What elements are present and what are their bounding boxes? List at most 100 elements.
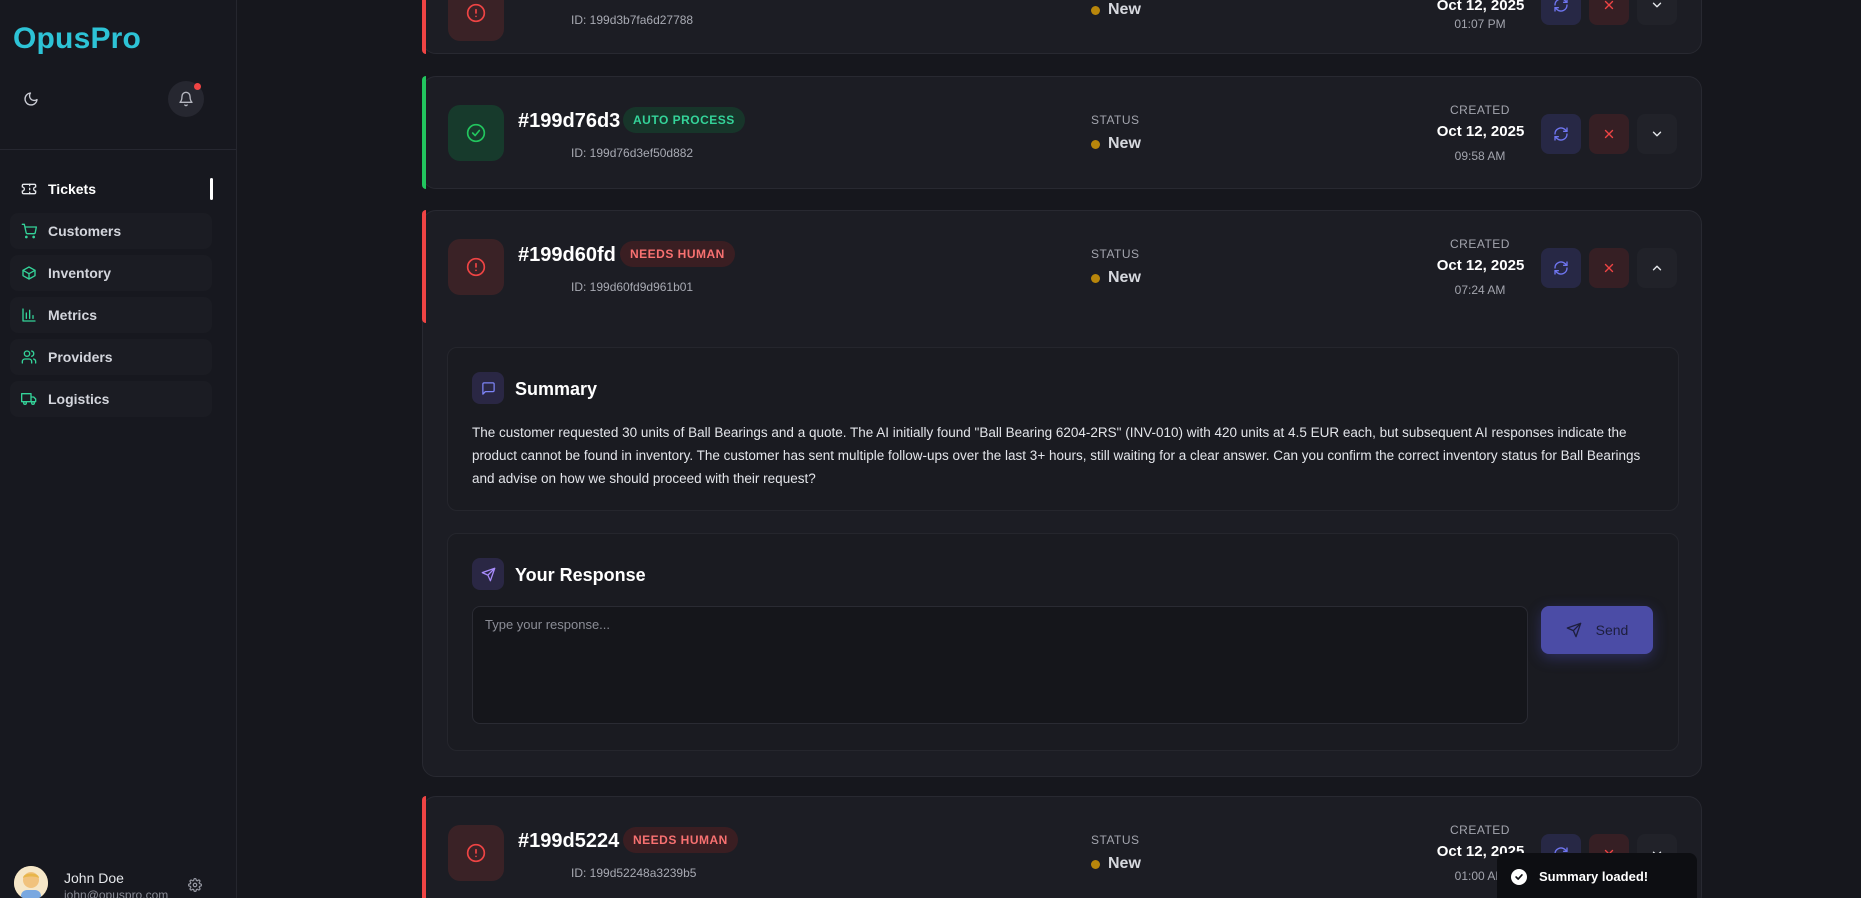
ticket-status: New xyxy=(1091,1,1141,19)
status-dot xyxy=(1091,5,1100,15)
created-time: 07:24 AM xyxy=(1454,283,1506,297)
ticket-accent-bar xyxy=(422,76,426,189)
sidebar-item-customers[interactable]: Customers xyxy=(10,213,212,249)
dismiss-button[interactable] xyxy=(1589,0,1629,25)
summary-title: Summary xyxy=(515,379,598,399)
ticket-card[interactable]: #199d76d3 AUTO PROCESS ID: 199d76d3ef50d… xyxy=(422,76,1702,189)
created-date: Oct 12, 2025 xyxy=(1436,257,1525,274)
created-time: 09:58 AM xyxy=(1454,149,1506,163)
status-label: STATUS xyxy=(1091,833,1140,847)
status-text: New xyxy=(1108,135,1141,152)
send-button[interactable]: Send xyxy=(1541,606,1653,654)
cart-icon xyxy=(20,222,38,240)
sidebar-item-label: Customers xyxy=(48,223,122,239)
created-label: CREATED xyxy=(1450,237,1510,251)
response-title: Your Response xyxy=(515,565,646,585)
ticket-id: ID: 199d76d3ef50d882 xyxy=(571,146,694,160)
active-indicator xyxy=(210,178,213,200)
check-circle-icon xyxy=(448,105,504,161)
created-date: Oct 12, 2025 xyxy=(1436,123,1525,140)
toast-message: Summary loaded! xyxy=(1539,869,1649,884)
alert-icon xyxy=(448,0,504,41)
refresh-icon xyxy=(1554,261,1568,275)
sidebar-item-logistics[interactable]: Logistics xyxy=(10,381,212,417)
ticket-id: ID: 199d60fd9d961b01 xyxy=(571,280,694,294)
close-icon xyxy=(1604,0,1614,10)
avatar xyxy=(14,866,48,898)
chevron-down-icon xyxy=(1652,131,1662,137)
created-label: CREATED xyxy=(1450,823,1510,837)
sidebar-item-label: Metrics xyxy=(48,307,98,323)
user-profile[interactable]: John Doe john@opuspro.com xyxy=(14,866,224,898)
theme-toggle-button[interactable] xyxy=(14,84,48,114)
sidebar-item-providers[interactable]: Providers xyxy=(10,339,212,375)
ticket-id: ID: 199d52248a3239b5 xyxy=(571,866,697,880)
created-time: 01:07 PM xyxy=(1454,17,1506,31)
sidebar-item-metrics[interactable]: Metrics xyxy=(10,297,212,333)
alert-icon xyxy=(448,825,504,881)
ticket-status: New xyxy=(1091,269,1141,287)
refresh-icon xyxy=(1554,0,1568,12)
ticket-number: #199d5224 xyxy=(518,830,620,852)
ticket-accent-bar xyxy=(422,210,426,323)
moon-icon xyxy=(24,92,38,106)
status-badge: NEEDS HUMAN xyxy=(620,241,735,267)
sidebar-item-inventory[interactable]: Inventory xyxy=(10,255,212,291)
ticket-status: New xyxy=(1091,855,1141,873)
sidebar-nav: Tickets Customers Inventory Metrics Prov… xyxy=(10,171,213,423)
send-icon xyxy=(1566,622,1581,638)
dismiss-button[interactable] xyxy=(1589,248,1629,288)
message-icon xyxy=(472,372,504,404)
created-label: CREATED xyxy=(1450,103,1510,117)
sidebar: OpusPro Tickets Customers Inventory Metr… xyxy=(0,0,237,898)
users-icon xyxy=(20,348,38,366)
ticket-card-expanded[interactable]: #199d60fd NEEDS HUMAN ID: 199d60fd9d961b… xyxy=(422,210,1702,777)
collapse-button[interactable] xyxy=(1637,248,1677,288)
alert-icon xyxy=(448,239,504,295)
toast-notification: Summary loaded! xyxy=(1497,853,1697,898)
response-input[interactable] xyxy=(472,606,1528,724)
ticket-number: #199d76d3 xyxy=(518,110,621,132)
status-dot xyxy=(1091,139,1100,149)
status-dot xyxy=(1091,859,1100,869)
gear-icon[interactable] xyxy=(188,878,202,897)
chevron-down-icon xyxy=(1652,2,1662,8)
brand-logo[interactable]: OpusPro xyxy=(13,22,141,56)
sidebar-item-label: Providers xyxy=(48,349,113,365)
notification-dot xyxy=(194,83,201,90)
ticket-number: #199d60fd xyxy=(518,244,616,266)
bar-chart-icon xyxy=(20,306,38,324)
status-badge: AUTO PROCESS xyxy=(623,107,745,133)
close-icon xyxy=(1604,129,1614,139)
status-label: STATUS xyxy=(1091,113,1140,127)
summary-panel: Summary The customer requested 30 units … xyxy=(447,347,1679,511)
expand-button[interactable] xyxy=(1637,0,1677,25)
summary-text: The customer requested 30 units of Ball … xyxy=(472,425,1641,486)
reprocess-button[interactable] xyxy=(1541,248,1581,288)
sidebar-item-label: Tickets xyxy=(48,181,96,197)
status-dot xyxy=(1091,273,1100,283)
ticket-status: New xyxy=(1091,135,1141,153)
notifications-button[interactable] xyxy=(168,81,204,117)
reprocess-button[interactable] xyxy=(1541,0,1581,25)
sidebar-item-tickets[interactable]: Tickets xyxy=(10,171,213,207)
ticket-card[interactable]: ID: 199d3b7fa6d27788 New Oct 12, 2025 01… xyxy=(422,0,1702,54)
send-label: Send xyxy=(1595,622,1629,638)
status-label: STATUS xyxy=(1091,247,1140,261)
status-text: New xyxy=(1108,1,1141,18)
dismiss-button[interactable] xyxy=(1589,114,1629,154)
truck-icon xyxy=(20,390,38,408)
ticket-icon xyxy=(20,180,38,198)
created-date: Oct 12, 2025 xyxy=(1436,0,1525,14)
reprocess-button[interactable] xyxy=(1541,114,1581,154)
sidebar-divider xyxy=(0,149,236,150)
box-icon xyxy=(20,264,38,282)
bell-icon xyxy=(179,91,193,107)
status-badge: NEEDS HUMAN xyxy=(623,827,738,853)
chevron-up-icon xyxy=(1652,265,1662,271)
expand-button[interactable] xyxy=(1637,114,1677,154)
status-text: New xyxy=(1108,269,1141,286)
user-email: john@opuspro.com xyxy=(64,888,169,898)
sidebar-item-label: Logistics xyxy=(48,391,110,407)
ticket-accent-bar xyxy=(422,796,426,898)
